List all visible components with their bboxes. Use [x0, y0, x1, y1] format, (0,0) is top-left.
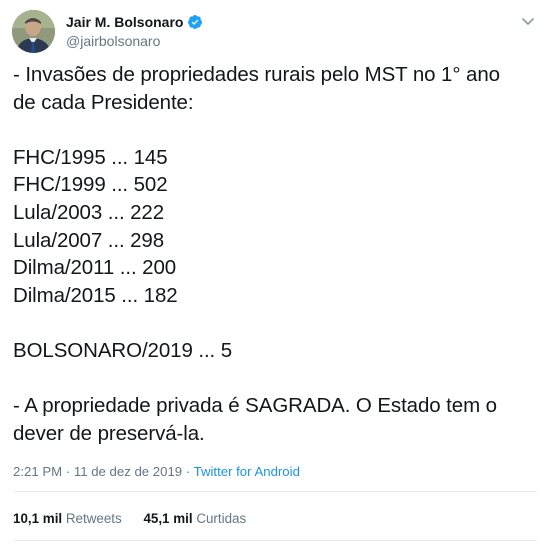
- tweet-line: Dilma/2011 ... 200: [13, 256, 177, 280]
- likes-stat[interactable]: 45,1 mil Curtidas: [143, 511, 246, 526]
- tweet-line: - Invasões de propriedades rurais pelo M…: [13, 63, 500, 86]
- display-name[interactable]: Jair M. Bolsonaro: [66, 14, 183, 30]
- chevron-down-icon[interactable]: [518, 12, 538, 32]
- tweet-line: [13, 309, 536, 337]
- retweets-count: 10,1 mil: [13, 511, 63, 526]
- display-name-row: Jair M. Bolsonaro: [66, 13, 203, 31]
- tweet-time[interactable]: 2:21 PM: [13, 464, 62, 479]
- verified-badge-icon: [187, 14, 203, 30]
- tweet-meta: 2:21 PM · 11 de dez de 2019 · Twitter fo…: [13, 464, 300, 479]
- tweet-line: Dilma/2015 ... 182: [13, 283, 178, 307]
- tweet-stats: 10,1 mil Retweets 45,1 mil Curtidas: [13, 511, 264, 526]
- tweet-line: - A propriedade privada é SAGRADA. O Est…: [13, 394, 497, 418]
- avatar[interactable]: [12, 10, 55, 53]
- tweet-line: [13, 365, 536, 393]
- tweet-date[interactable]: 11 de dez de 2019: [74, 464, 182, 479]
- tweet-line: Lula/2003 ... 222: [13, 200, 165, 224]
- likes-count: 45,1 mil: [143, 511, 193, 526]
- tweet-line: FHC/1995 ... 145: [13, 145, 168, 169]
- tweet-line: de cada Presidente:: [13, 90, 194, 114]
- likes-label: Curtidas: [196, 511, 247, 526]
- tweet-line: BOLSONARO/2019 ... 5: [13, 338, 233, 362]
- author-handle[interactable]: @jairbolsonaro: [66, 33, 203, 49]
- author-names: Jair M. Bolsonaro @jairbolsonaro: [66, 13, 203, 49]
- retweets-label: Retweets: [65, 511, 122, 526]
- tweet-line: FHC/1999 ... 502: [13, 173, 168, 197]
- tweet-line: Lula/2007 ... 298: [13, 228, 165, 252]
- retweets-stat[interactable]: 10,1 mil Retweets: [13, 511, 122, 526]
- tweet-line: [13, 116, 536, 144]
- tweet-text: - Invasões de propriedades rurais pelo M…: [13, 61, 536, 447]
- tweet-source-link[interactable]: Twitter for Android: [194, 464, 300, 479]
- meta-separator: ·: [62, 464, 74, 479]
- tweet-card: Jair M. Bolsonaro @jairbolsonaro - Invas…: [0, 0, 550, 550]
- divider: [13, 491, 537, 492]
- divider: [13, 540, 537, 541]
- tweet-line: dever de preservá-la.: [13, 421, 205, 445]
- tweet-header: Jair M. Bolsonaro @jairbolsonaro: [12, 10, 538, 54]
- meta-separator: ·: [182, 464, 194, 479]
